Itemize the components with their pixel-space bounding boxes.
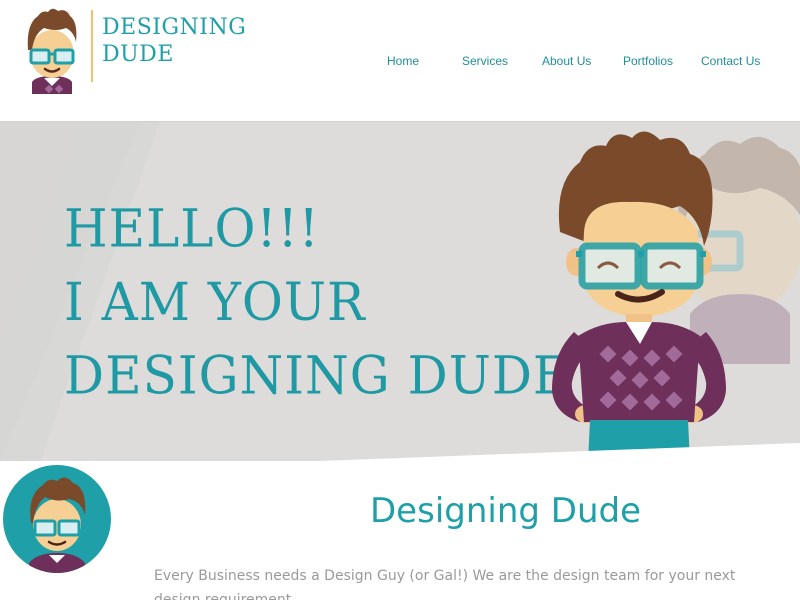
main-nav: Home Services About Us Portfolios Contac… [0,54,800,72]
hero-line-1: HELLO!!! [64,198,320,260]
hero-line-2: I AM YOUR [64,271,366,333]
intro-section: Designing Dude Every Business needs a De… [0,461,800,600]
intro-heading: Designing Dude [370,491,642,531]
nav-about-us[interactable]: About Us [542,54,591,68]
hero-line-3: DESIGNING DUDE [64,345,571,407]
nav-contact-us[interactable]: Contact Us [701,54,760,68]
brand-line-1: DESIGNING [102,15,247,40]
intro-avatar-circle [3,465,111,573]
hero-character-illustration [552,131,800,461]
hero-bottom-edge [320,443,800,461]
intro-paragraph: Every Business needs a Design Guy (or Ga… [154,568,736,600]
intro-avatar-icon [29,477,86,573]
site-header: DESIGNING DUDE Home Services About Us Po… [0,0,800,121]
nav-home[interactable]: Home [387,54,419,68]
logo-avatar-icon[interactable] [18,6,86,94]
nav-services[interactable]: Services [462,54,508,68]
hero-banner: HELLO!!! I AM YOUR DESIGNING DUDE [0,121,800,461]
hero-headline: HELLO!!! I AM YOUR DESIGNING DUDE [64,192,570,413]
nav-portfolios[interactable]: Portfolios [623,54,673,68]
